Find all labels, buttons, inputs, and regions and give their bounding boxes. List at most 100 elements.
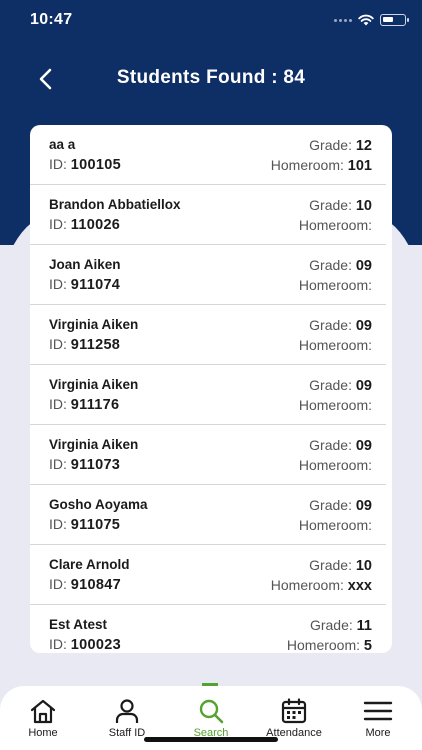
student-grade: Grade: 10: [309, 557, 372, 574]
homeroom-label: Homeroom:: [298, 517, 372, 533]
student-name: Virginia Aiken: [49, 317, 139, 332]
id-label: ID:: [49, 516, 67, 532]
student-id: ID: 911073: [49, 456, 120, 473]
homeroom-label: Homeroom:: [298, 397, 372, 413]
calendar-icon: [281, 698, 307, 724]
homeroom-label: Homeroom:: [298, 457, 372, 473]
student-name: Virginia Aiken: [49, 437, 139, 452]
student-grade: Grade: 10: [309, 197, 372, 214]
student-homeroom: Homeroom:: [299, 517, 372, 534]
student-homeroom: Homeroom:: [299, 397, 372, 414]
page-title: Students Found : 84: [116, 67, 306, 88]
student-homeroom: Homeroom: 5: [287, 637, 372, 653]
student-name: Joan Aiken: [49, 257, 121, 272]
grade-value: 12: [355, 138, 372, 154]
id-value: 911258: [70, 337, 121, 353]
student-list: aa a ID: 100105 Grade: 12 Homeroom: 101 Bran…: [30, 125, 392, 653]
id-value: 911075: [70, 517, 121, 533]
grade-value: 09: [355, 378, 372, 394]
grade-label: Grade:: [309, 377, 352, 393]
grade-label: Grade:: [309, 497, 352, 513]
student-homeroom: Homeroom:: [299, 457, 372, 474]
student-grade: Grade: 11: [310, 617, 372, 634]
id-value: 100023: [70, 637, 121, 653]
student-name: Gosho Aoyama: [49, 497, 148, 512]
student-row[interactable]: Virginia Aiken ID: 911073 Grade: 09 Homeroo…: [30, 425, 386, 485]
id-label: ID:: [49, 456, 67, 472]
tab-staff-id[interactable]: Staff ID: [87, 698, 167, 739]
search-icon: [199, 699, 224, 724]
tab-label: More: [365, 727, 391, 739]
tab-more[interactable]: More: [338, 698, 418, 739]
student-id: ID: 100105: [49, 156, 121, 173]
grade-value: 09: [355, 438, 372, 454]
grade-label: Grade:: [309, 437, 352, 453]
tab-attendance[interactable]: Attendance: [254, 698, 334, 739]
student-grade: Grade: 09: [309, 437, 372, 454]
homeroom-label: Homeroom:: [298, 217, 372, 233]
battery-icon: [380, 14, 409, 26]
student-homeroom: Homeroom:: [299, 217, 372, 234]
grade-value: 11: [356, 618, 372, 634]
homeroom-value: 5: [363, 638, 372, 653]
student-row[interactable]: Virginia Aiken ID: 911176 Grade: 09 Homeroo…: [30, 365, 386, 425]
status-icons: [334, 14, 409, 26]
student-name: Clare Arnold: [49, 557, 130, 572]
student-id: ID: 911176: [49, 396, 119, 413]
student-grade: Grade: 12: [309, 137, 372, 154]
student-id: ID: 911075: [49, 516, 120, 533]
tab-search[interactable]: Search: [171, 698, 251, 739]
home-icon: [30, 699, 56, 724]
tab-label: Home: [28, 727, 58, 739]
status-bar: 10:47: [0, 0, 422, 44]
home-indicator: [144, 737, 278, 742]
id-label: ID:: [49, 396, 67, 412]
student-row[interactable]: Est Atest ID: 100023 Grade: 11 Homeroom: 5: [30, 605, 386, 653]
status-time: 10:47: [30, 11, 73, 28]
grade-label: Grade:: [309, 617, 353, 633]
menu-icon: [363, 701, 393, 721]
id-value: 911074: [70, 277, 121, 293]
grade-value: 09: [355, 498, 372, 514]
homeroom-value: 101: [347, 158, 372, 174]
student-grade: Grade: 09: [309, 497, 372, 514]
id-value: 910847: [70, 577, 121, 593]
student-homeroom: Homeroom:: [299, 337, 372, 354]
id-value: 911073: [70, 457, 121, 473]
student-name: Virginia Aiken: [49, 377, 139, 392]
grade-value: 10: [355, 558, 372, 574]
student-row[interactable]: aa a ID: 100105 Grade: 12 Homeroom: 101: [30, 125, 386, 185]
student-row[interactable]: Clare Arnold ID: 910847 Grade: 10 Homeroom:…: [30, 545, 386, 605]
grade-label: Grade:: [309, 557, 352, 573]
nav-header: Students Found : 84: [0, 60, 422, 100]
id-label: ID:: [49, 276, 67, 292]
student-name: aa a: [49, 137, 76, 152]
grade-label: Grade:: [309, 317, 352, 333]
id-label: ID:: [49, 636, 67, 652]
student-id: ID: 100023: [49, 636, 121, 653]
id-value: 110026: [70, 217, 121, 233]
student-row[interactable]: Joan Aiken ID: 911074 Grade: 09 Homeroom:: [30, 245, 386, 305]
grade-value: 09: [355, 258, 372, 274]
student-homeroom: Homeroom: xxx: [271, 577, 372, 594]
student-row[interactable]: Virginia Aiken ID: 911258 Grade: 09 Homeroo…: [30, 305, 386, 365]
signal-icon: [334, 18, 352, 22]
grade-label: Grade:: [309, 257, 352, 273]
id-label: ID:: [49, 156, 67, 172]
student-grade: Grade: 09: [309, 377, 372, 394]
homeroom-label: Homeroom:: [298, 277, 372, 293]
student-row[interactable]: Brandon Abbatiellox ID: 110026 Grade: 10 Ho…: [30, 185, 386, 245]
homeroom-label: Homeroom:: [270, 577, 344, 593]
student-homeroom: Homeroom:: [299, 277, 372, 294]
student-row[interactable]: Gosho Aoyama ID: 911075 Grade: 09 Homeroom:: [30, 485, 386, 545]
id-value: 911176: [70, 397, 120, 413]
grade-label: Grade:: [309, 137, 352, 153]
wifi-icon: [358, 14, 374, 26]
tab-home[interactable]: Home: [3, 698, 83, 739]
id-label: ID:: [49, 216, 67, 232]
homeroom-label: Homeroom:: [286, 637, 361, 653]
student-grade: Grade: 09: [309, 317, 372, 334]
homeroom-label: Homeroom:: [270, 157, 344, 173]
student-name: Brandon Abbatiellox: [49, 197, 181, 212]
student-id: ID: 911074: [49, 276, 120, 293]
